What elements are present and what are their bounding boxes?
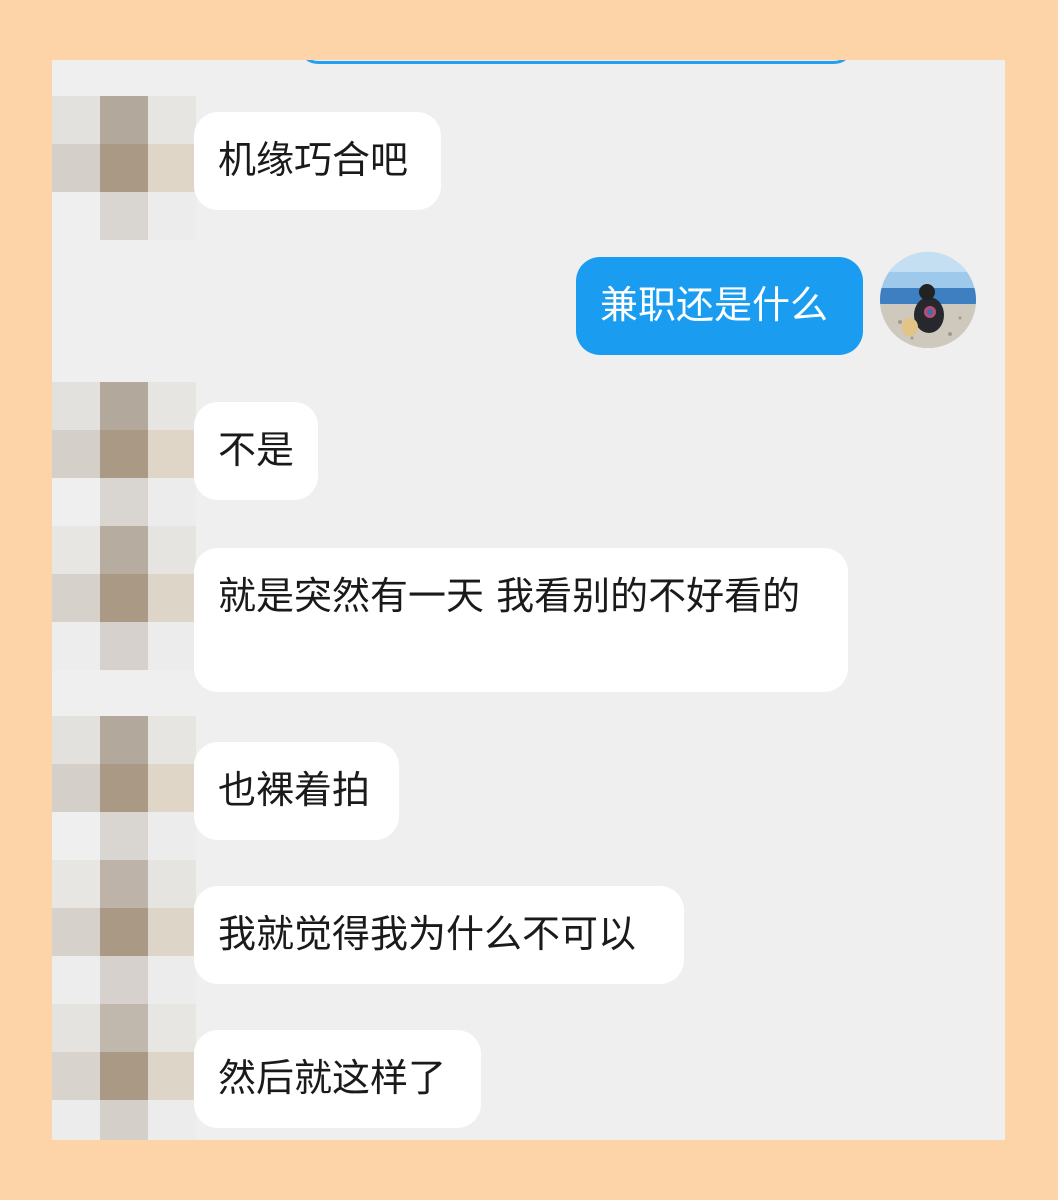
- beach-photo-avatar-icon[interactable]: [880, 252, 976, 348]
- message-bubble-outgoing[interactable]: 兼职还是什么: [576, 257, 863, 355]
- message-bubble-incoming[interactable]: 就是突然有一天 我看别的不好看的: [194, 548, 848, 692]
- message-bubble-incoming[interactable]: 机缘巧合吧: [194, 112, 441, 210]
- chat-area[interactable]: 机缘巧合吧 兼职还是什么 不是 就是突然有一天 我看别的不好看的 也裸着拍 我就…: [52, 60, 1005, 1140]
- contact-avatar[interactable]: [52, 716, 196, 1140]
- contact-avatar[interactable]: [52, 96, 196, 240]
- message-bubble-incoming[interactable]: 我就觉得我为什么不可以: [194, 886, 684, 984]
- message-bubble-incoming[interactable]: 不是: [194, 402, 318, 500]
- message-bubble-incoming[interactable]: 也裸着拍: [194, 742, 399, 840]
- message-bubble-incoming[interactable]: 然后就这样了: [194, 1030, 481, 1128]
- previous-message-bubble[interactable]: [298, 60, 854, 64]
- contact-avatar[interactable]: [52, 382, 196, 670]
